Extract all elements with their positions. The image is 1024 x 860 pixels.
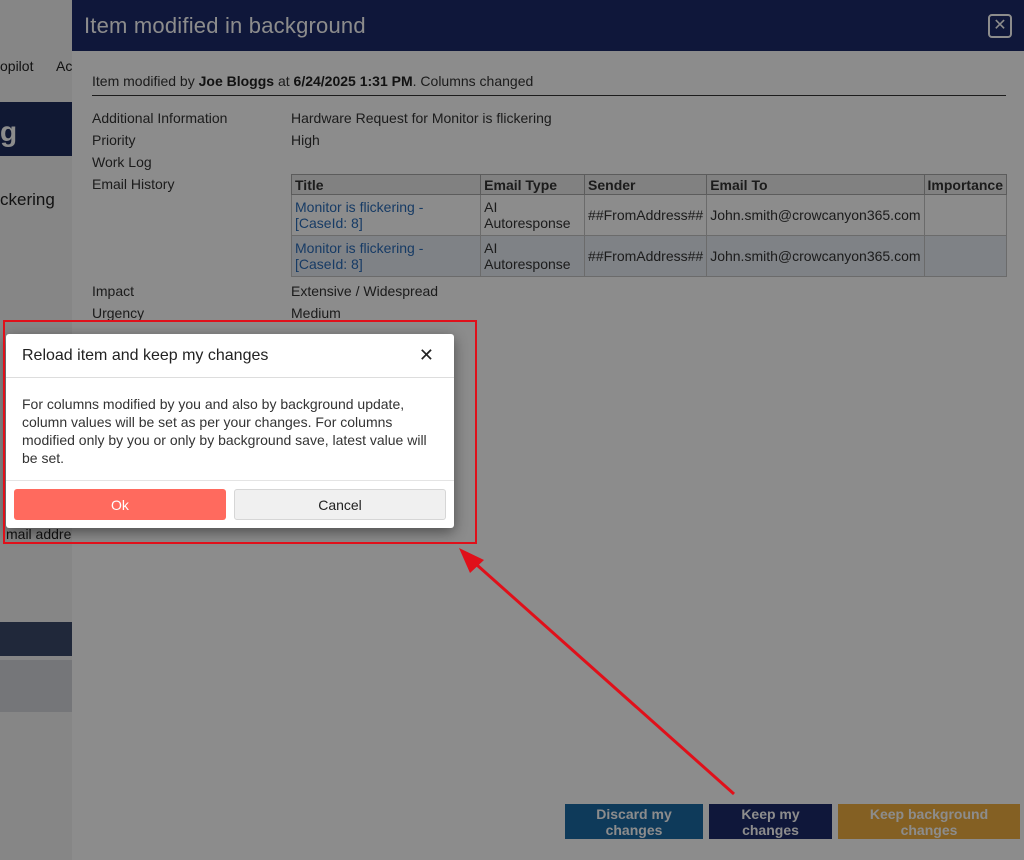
modal-title: Item modified in background [84, 12, 366, 38]
confirm-dialog-message: For columns modified by you and also by … [6, 378, 454, 481]
field-label: Work Log [92, 154, 152, 170]
confirm-dialog-header: Reload item and keep my changes ✕ [6, 334, 454, 378]
confirm-dialog-title: Reload item and keep my changes [22, 346, 269, 364]
email-type-cell: AI Autoresponse [480, 235, 586, 277]
field-value: High [291, 132, 320, 148]
modified-timestamp: 6/24/2025 1:31 PM [293, 73, 413, 89]
field-value [291, 154, 1006, 170]
email-to-cell: John.smith@crowcanyon365.com [706, 235, 925, 277]
modal-header: Item modified in background ✕ [72, 0, 1024, 51]
email-title-link[interactable]: Monitor is flickering - [CaseId: 8] [290, 235, 482, 277]
reload-confirm-dialog: Reload item and keep my changes ✕ For co… [6, 334, 454, 528]
modified-info-line: Item modified by Joe Bloggs at 6/24/2025… [92, 51, 1006, 96]
email-title-link[interactable]: Monitor is flickering - [CaseId: 8] [290, 194, 482, 236]
field-label: Urgency [92, 305, 145, 321]
field-row-additional-information: Additional Information Hardware Request … [92, 110, 1006, 126]
keep-background-changes-button[interactable]: Keep background changes [838, 804, 1020, 839]
field-label: Impact [92, 283, 135, 299]
keep-my-changes-button[interactable]: Keep my changes [709, 804, 832, 839]
field-value: Hardware Request for Monitor is flickeri… [291, 110, 552, 126]
field-row-priority: Priority High [92, 132, 1006, 148]
confirm-dialog-footer: Ok Cancel [6, 481, 454, 520]
sender-cell: ##FromAddress## [584, 235, 708, 277]
table-header-row: Title Email Type Sender Email To Importa… [290, 174, 1008, 195]
email-history-table: Title Email Type Sender Email To Importa… [290, 174, 1008, 277]
column-header-email-to: Email To [706, 174, 925, 195]
email-to-cell: John.smith@crowcanyon365.com [706, 194, 925, 236]
importance-cell [923, 194, 1008, 236]
column-header-sender: Sender [584, 174, 708, 195]
field-label: Email History [92, 176, 175, 192]
importance-cell [923, 235, 1008, 277]
sender-cell: ##FromAddress## [584, 194, 708, 236]
column-header-title: Title [290, 174, 482, 195]
discard-my-changes-button[interactable]: Discard my changes [565, 804, 703, 839]
column-header-importance: Importance [923, 174, 1008, 195]
ok-button[interactable]: Ok [14, 489, 226, 520]
field-row-email-history: Email History Title Email Type Sender Em… [92, 174, 1008, 277]
modal-action-buttons: Discard my changes Keep my changes Keep … [565, 804, 1020, 839]
field-label: Priority [92, 132, 136, 148]
modified-suffix: . Columns changed [412, 73, 534, 89]
field-value: Title Email Type Sender Email To Importa… [290, 174, 1008, 277]
modified-prefix: Item modified by [92, 73, 199, 89]
table-row: Monitor is flickering - [CaseId: 8] AI A… [290, 194, 1008, 236]
cancel-button[interactable]: Cancel [234, 489, 446, 520]
field-row-urgency: Urgency Medium [92, 305, 1006, 321]
field-row-work-log: Work Log [92, 154, 1006, 170]
close-icon[interactable]: ✕ [419, 345, 434, 366]
modal-close-button[interactable]: ✕ [988, 13, 1012, 38]
field-value: Extensive / Widespread [291, 283, 439, 299]
modified-by-user: Joe Bloggs [198, 73, 275, 89]
field-value: Medium [291, 305, 341, 321]
modal-body: Item modified by Joe Bloggs at 6/24/2025… [72, 51, 1024, 321]
column-header-email-type: Email Type [480, 174, 586, 195]
field-label: Additional Information [92, 110, 228, 126]
close-icon: ✕ [993, 16, 1007, 34]
table-row: Monitor is flickering - [CaseId: 8] AI A… [290, 235, 1008, 277]
modified-at-word: at [274, 73, 294, 89]
field-row-impact: Impact Extensive / Widespread [92, 283, 1006, 299]
email-type-cell: AI Autoresponse [480, 194, 586, 236]
changed-fields: Additional Information Hardware Request … [92, 96, 1008, 321]
